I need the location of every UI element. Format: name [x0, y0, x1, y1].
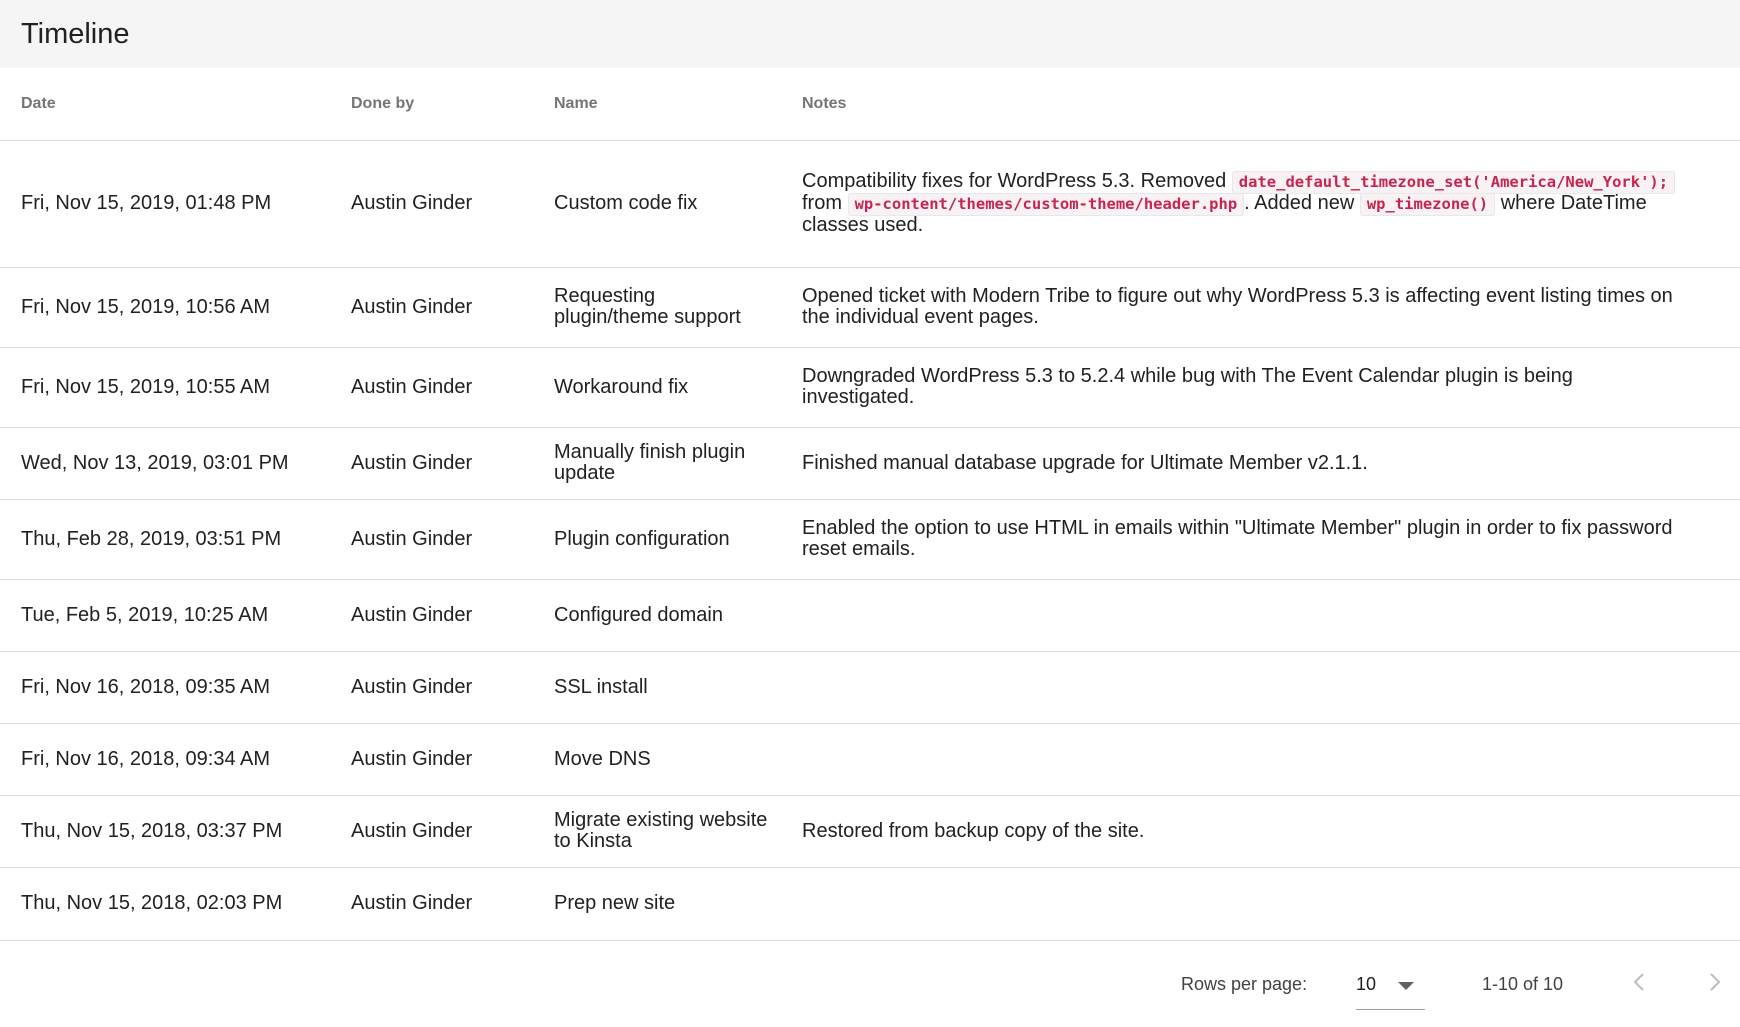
row-done-by: Austin Ginder: [330, 723, 533, 796]
timeline-table: Date Done by Name Notes Fri, Nov 15, 201…: [0, 68, 1740, 941]
row-notes: Finished manual database upgrade for Ult…: [781, 427, 1740, 500]
row-name: Configured domain: [533, 579, 781, 652]
column-header-done-by[interactable]: Done by: [330, 68, 533, 141]
row-notes: Enabled the option to use HTML in emails…: [781, 499, 1740, 580]
row-name: Move DNS: [533, 723, 781, 796]
row-date: Thu, Feb 28, 2019, 03:51 PM: [0, 499, 330, 580]
table-row: Thu, Nov 15, 2018, 03:37 PM Austin Ginde…: [0, 795, 1740, 868]
row-name: Plugin configuration: [533, 499, 781, 580]
row-date: Tue, Feb 5, 2019, 10:25 AM: [0, 579, 330, 652]
row-done-by: Austin Ginder: [330, 579, 533, 652]
column-header-name[interactable]: Name: [533, 68, 781, 141]
row-date: Fri, Nov 16, 2018, 09:34 AM: [0, 723, 330, 796]
row-done-by: Austin Ginder: [330, 267, 533, 348]
rows-per-page-value: 10: [1356, 974, 1377, 994]
row-done-by: Austin Ginder: [330, 347, 533, 428]
row-done-by: Austin Ginder: [330, 499, 533, 580]
row-notes: Restored from backup copy of the site.: [781, 795, 1740, 868]
notes-text: Compatibility fixes for WordPress 5.3. R…: [802, 170, 1232, 192]
row-name: Prep new site: [533, 867, 781, 941]
table-header-row: Date Done by Name Notes: [0, 68, 1740, 141]
row-done-by: Austin Ginder: [330, 651, 533, 724]
row-date: Thu, Nov 15, 2018, 03:37 PM: [0, 795, 330, 868]
row-name: Workaround fix: [533, 347, 781, 428]
title-bar: Timeline: [0, 0, 1740, 68]
rows-per-page-select[interactable]: 10: [1356, 962, 1425, 1010]
notes-code: wp-content/themes/custom-theme/header.ph…: [847, 193, 1245, 216]
row-date: Fri, Nov 16, 2018, 09:35 AM: [0, 651, 330, 724]
dropdown-caret-icon: [1398, 982, 1414, 990]
row-name: Requesting plugin/theme support: [533, 267, 781, 348]
row-notes: Opened ticket with Modern Tribe to figur…: [781, 267, 1740, 348]
row-date: Fri, Nov 15, 2019, 10:55 AM: [0, 347, 330, 428]
row-done-by: Austin Ginder: [330, 795, 533, 868]
row-date: Thu, Nov 15, 2018, 02:03 PM: [0, 867, 330, 941]
row-name: Custom code fix: [533, 140, 781, 268]
chevron-left-icon: [1633, 973, 1644, 991]
row-name: SSL install: [533, 651, 781, 724]
table-row: Thu, Feb 28, 2019, 03:51 PM Austin Ginde…: [0, 499, 1740, 580]
notes-code: wp_timezone(): [1359, 193, 1496, 216]
column-header-date[interactable]: Date: [0, 68, 330, 141]
table-row: Fri, Nov 15, 2019, 01:48 PM Austin Ginde…: [0, 140, 1740, 268]
next-page-button[interactable]: [1694, 962, 1734, 1002]
row-notes: [781, 579, 1740, 652]
rows-per-page-label: Rows per page:: [1181, 974, 1308, 994]
table-row: Fri, Nov 15, 2019, 10:56 AM Austin Ginde…: [0, 267, 1740, 348]
notes-text: from: [802, 192, 848, 214]
previous-page-button[interactable]: [1620, 962, 1660, 1002]
row-done-by: Austin Ginder: [330, 867, 533, 941]
row-done-by: Austin Ginder: [330, 140, 533, 268]
row-done-by: Austin Ginder: [330, 427, 533, 500]
row-name: Manually finish plugin update: [533, 427, 781, 500]
pagination-range: 1-10 of 10: [1482, 974, 1564, 994]
chevron-right-icon: [1710, 973, 1721, 991]
row-notes: Downgraded WordPress 5.3 to 5.2.4 while …: [781, 347, 1740, 428]
table-row: Wed, Nov 13, 2019, 03:01 PM Austin Ginde…: [0, 427, 1740, 500]
row-notes: Compatibility fixes for WordPress 5.3. R…: [781, 140, 1740, 268]
row-date: Fri, Nov 15, 2019, 10:56 AM: [0, 267, 330, 348]
row-date: Wed, Nov 13, 2019, 03:01 PM: [0, 427, 330, 500]
table-row: Tue, Feb 5, 2019, 10:25 AM Austin Ginder…: [0, 579, 1740, 652]
table-row: Fri, Nov 16, 2018, 09:35 AM Austin Ginde…: [0, 651, 1740, 724]
row-name: Migrate existing website to Kinsta: [533, 795, 781, 868]
row-notes: [781, 867, 1740, 941]
notes-text: . Added new: [1244, 192, 1360, 214]
column-header-notes[interactable]: Notes: [781, 68, 1740, 141]
timeline-page: Timeline Date Done by Name Notes Fri, No…: [0, 0, 1740, 1027]
row-notes: [781, 723, 1740, 796]
notes-code: date_default_timezone_set('America/New_Y…: [1231, 171, 1676, 194]
table-row: Thu, Nov 15, 2018, 02:03 PM Austin Ginde…: [0, 867, 1740, 941]
page-title: Timeline: [21, 17, 130, 50]
table-pagination: Rows per page: 10 1-10 of 10: [0, 940, 1740, 1027]
table-row: Fri, Nov 16, 2018, 09:34 AM Austin Ginde…: [0, 723, 1740, 796]
table-row: Fri, Nov 15, 2019, 10:55 AM Austin Ginde…: [0, 347, 1740, 428]
row-date: Fri, Nov 15, 2019, 01:48 PM: [0, 140, 330, 268]
row-notes: [781, 651, 1740, 724]
